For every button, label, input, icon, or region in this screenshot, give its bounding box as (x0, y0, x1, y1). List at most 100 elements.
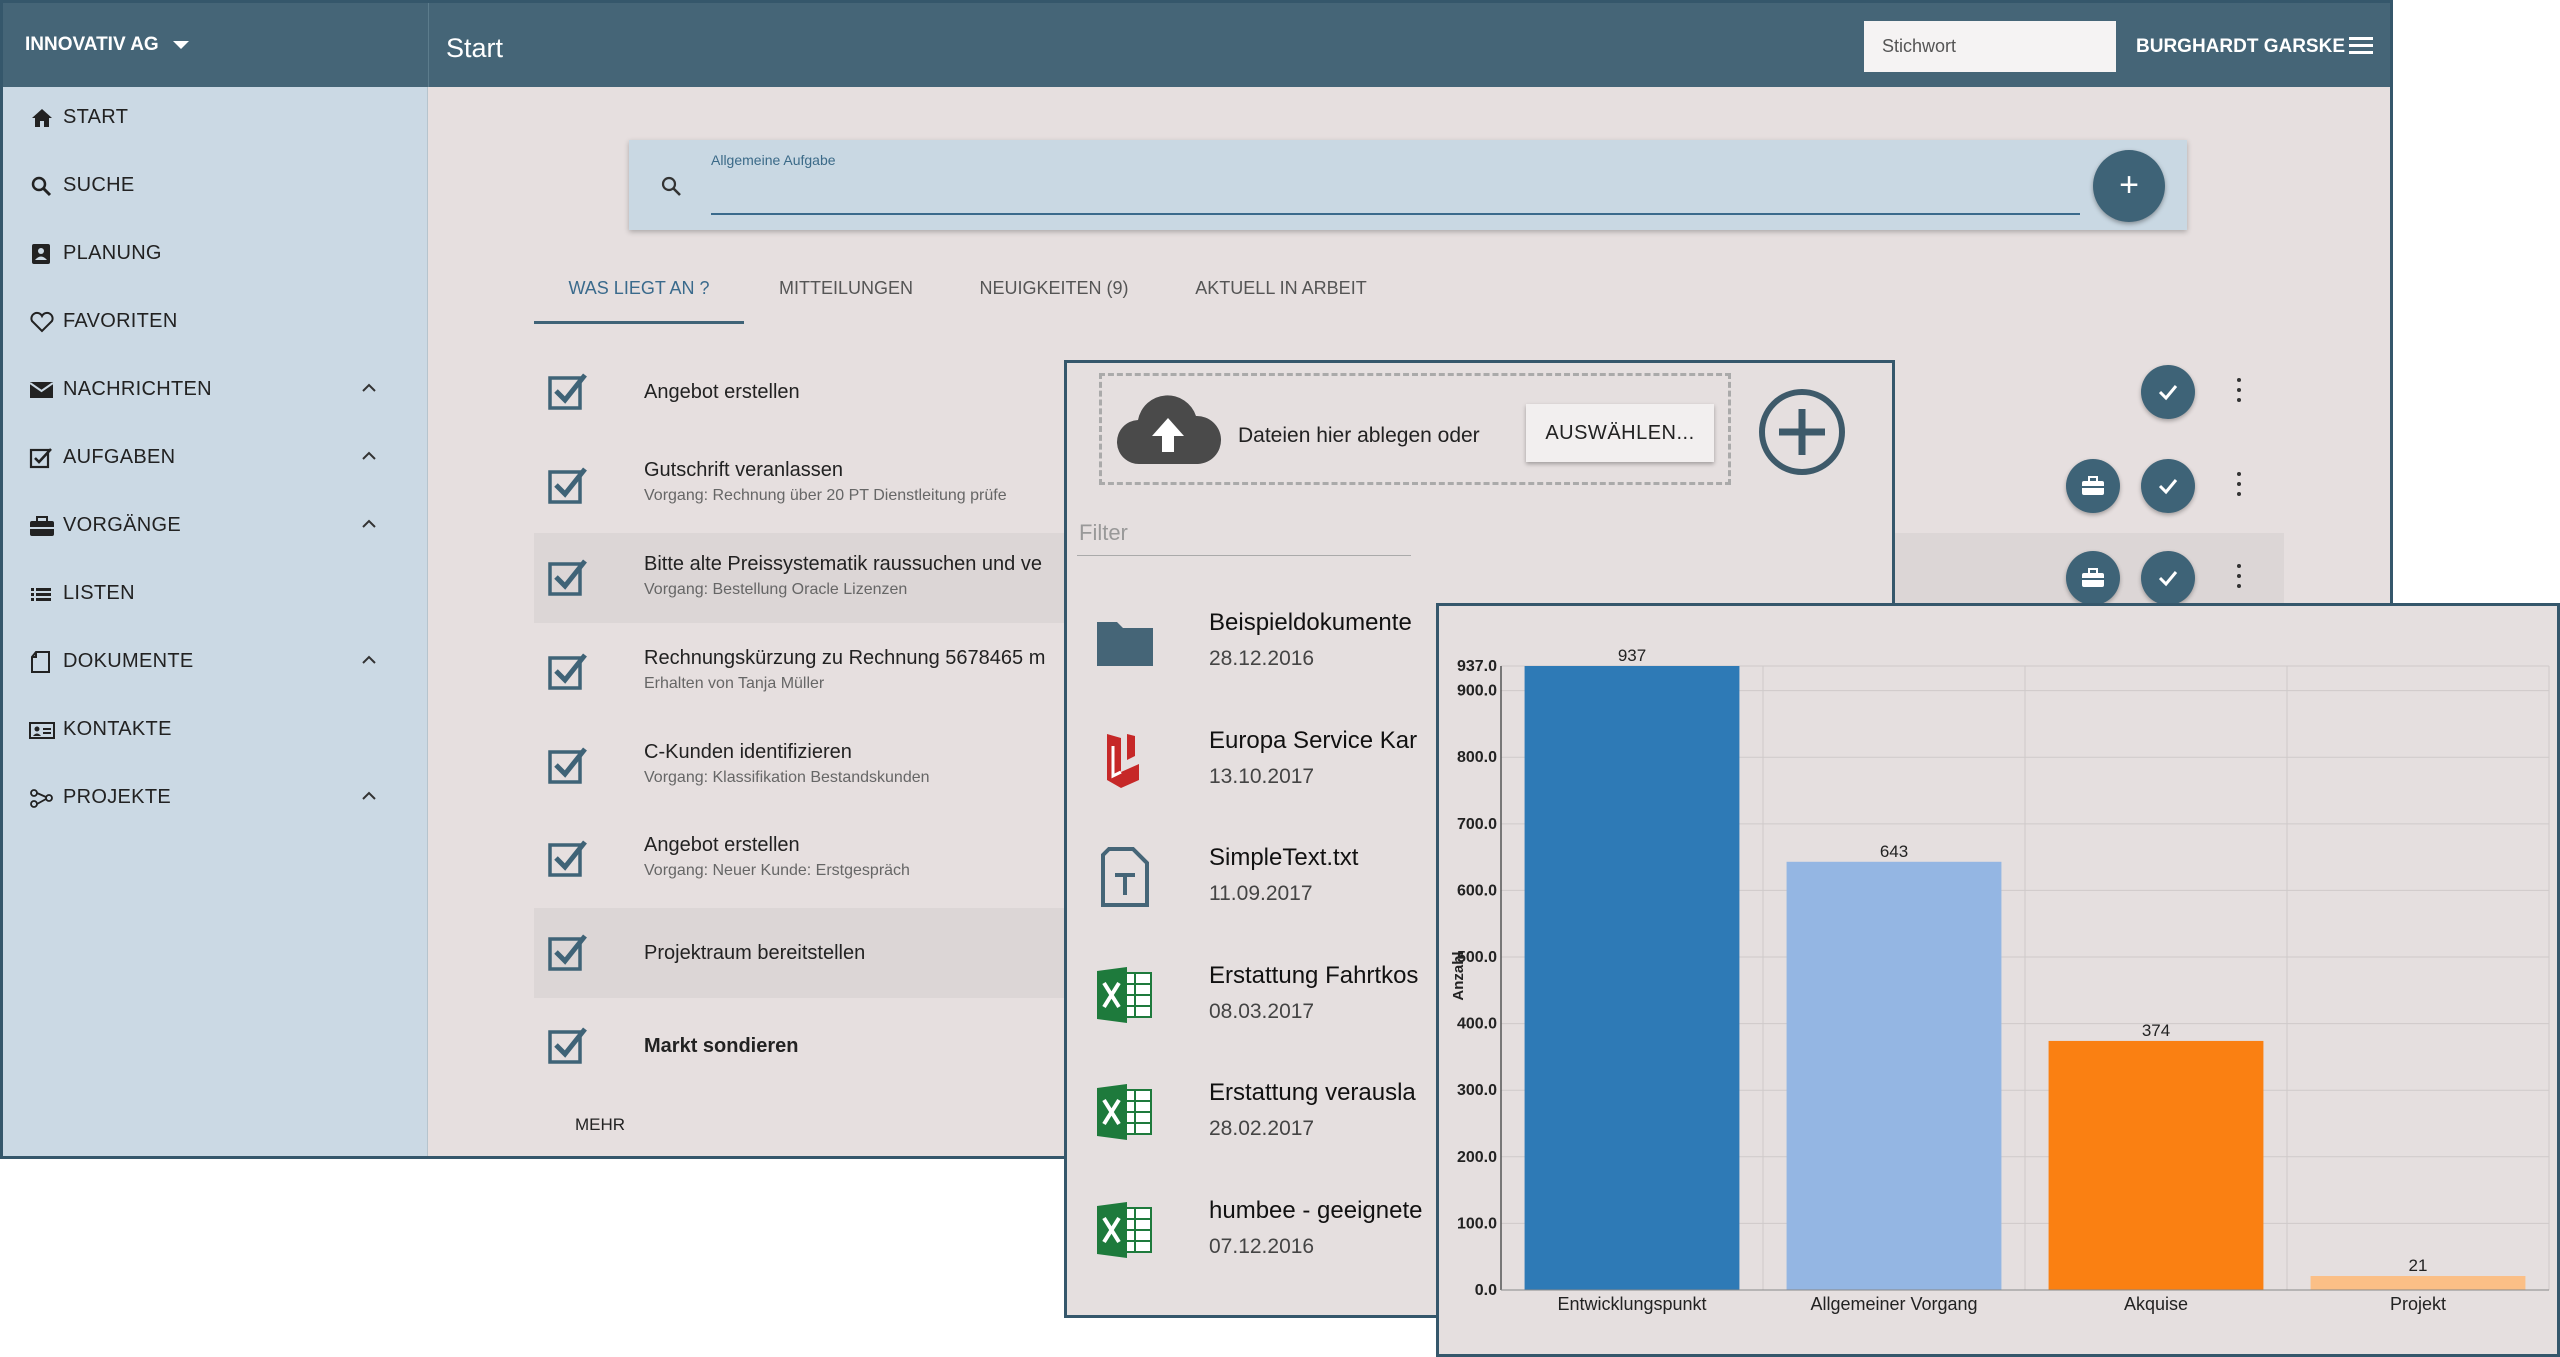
chevron-up-icon[interactable] (360, 653, 378, 667)
more-options-icon[interactable] (2234, 378, 2244, 406)
sidebar-item-label: KONTAKTE (63, 717, 172, 740)
select-files-button[interactable]: AUSWÄHLEN... (1526, 404, 1714, 462)
tab-neuigkeiten[interactable]: NEUIGKEITEN (9) (969, 263, 1139, 321)
y-tick-label: 600.0 (1457, 882, 1497, 899)
task-subtitle: Vorgang: Rechnung über 20 PT Dienstleitu… (644, 487, 1007, 504)
file-date: 08.03.2017 (1209, 1000, 1315, 1023)
sidebar-item-label: START (63, 105, 129, 128)
sidebar-item-planung[interactable]: PLANUNG (3, 223, 428, 283)
sidebar-item-dokumente[interactable]: DOKUMENTE (3, 631, 428, 691)
more-link[interactable]: MEHR (575, 1115, 625, 1135)
file-name: Erstattung Fahrtkos (1209, 962, 1419, 989)
keyword-search-input[interactable] (1864, 21, 2116, 72)
file-name: humbee - geeignete (1209, 1197, 1423, 1224)
sidebar-item-label: PLANUNG (63, 241, 162, 264)
add-circle-icon[interactable] (1757, 387, 1847, 477)
sidebar-item-label: FAVORITEN (63, 309, 178, 332)
chevron-up-icon[interactable] (360, 449, 378, 463)
bar-allgemeiner-vorgang (1786, 861, 2002, 1290)
y-axis-label: Anzahl (1450, 951, 1467, 1000)
cloud-upload-icon (1116, 395, 1222, 465)
sidebar-item-aufgaben[interactable]: AUFGABEN (3, 427, 428, 487)
add-task-button[interactable]: + (2093, 150, 2165, 222)
file-dropzone[interactable]: Dateien hier ablegen oder AUSWÄHLEN... (1099, 373, 1731, 485)
file-date: 28.02.2017 (1209, 1117, 1315, 1140)
task-quick-add: Allgemeine Aufgabe + (629, 140, 2187, 230)
sidebar-item-kontakte[interactable]: KONTAKTE (3, 699, 428, 759)
company-menu[interactable]: INNOVATIV AG (3, 3, 428, 87)
y-tick-label: 0.0 (1475, 1282, 1497, 1299)
file-name: Beispieldokumente (1209, 609, 1412, 636)
more-options-icon[interactable] (2234, 472, 2244, 500)
checkbox-checked-icon[interactable] (548, 839, 588, 879)
tab-was-liegt-an[interactable]: WAS LIEGT AN ? (534, 263, 744, 324)
tab-mitteilungen[interactable]: MITTEILUNGEN (771, 263, 921, 321)
document-icon (31, 651, 50, 673)
tab-aktuell-in-arbeit[interactable]: AKTUELL IN ARBEIT (1186, 263, 1376, 321)
bar-value-label: 643 (1880, 842, 1908, 861)
excel-icon (1097, 1084, 1152, 1140)
open-process-button[interactable] (2066, 551, 2120, 605)
sidebar-item-listen[interactable]: LISTEN (3, 563, 428, 623)
checkbox-checked-icon[interactable] (548, 746, 588, 786)
bar-projekt (2310, 1276, 2526, 1290)
sidebar-item-favoriten[interactable]: FAVORITEN (3, 291, 428, 351)
sidebar-item-label: SUCHE (63, 173, 135, 196)
sidebar-item-start[interactable]: START (3, 87, 428, 147)
sidebar-item-projekte[interactable]: PROJEKTE (3, 767, 428, 827)
checkbox-checked-icon[interactable] (548, 933, 588, 973)
chevron-up-icon[interactable] (360, 517, 378, 531)
file-name: Erstattung verausla (1209, 1079, 1416, 1106)
task-title: Gutschrift veranlassen (644, 459, 843, 481)
task-subtitle: Vorgang: Neuer Kunde: Erstgespräch (644, 862, 910, 879)
file-filter-input[interactable] (1077, 511, 1411, 556)
sidebar-item-nachrichten[interactable]: NACHRICHTEN (3, 359, 428, 419)
x-tick-label: Allgemeiner Vorgang (1810, 1294, 1977, 1314)
search-icon (661, 176, 681, 196)
complete-task-button[interactable] (2141, 551, 2195, 605)
caret-down-icon (172, 41, 189, 49)
sidebar-item-suche[interactable]: SUCHE (3, 155, 428, 215)
complete-task-button[interactable] (2141, 365, 2195, 419)
task-input[interactable] (711, 173, 2080, 215)
complete-task-button[interactable] (2141, 459, 2195, 513)
checkbox-checked-icon[interactable] (548, 558, 588, 598)
bar-akquise (2048, 1040, 2264, 1290)
bar-value-label: 21 (2409, 1256, 2428, 1275)
task-title: Rechnungskürzung zu Rechnung 5678465 m (644, 647, 1046, 669)
user-menu[interactable]: BURGHARDT GARSKE (2136, 3, 2345, 87)
sidebar-item-vorgaenge[interactable]: VORGÄNGE (3, 495, 428, 555)
sidebar-item-label: PROJEKTE (63, 785, 171, 808)
checkbox-checked-icon[interactable] (548, 372, 588, 412)
drop-instruction: Dateien hier ablegen oder (1238, 424, 1480, 447)
checkbox-icon (29, 448, 52, 469)
hamburger-menu-icon[interactable] (2349, 37, 2373, 55)
checkbox-checked-icon[interactable] (548, 1026, 588, 1066)
file-name: Europa Service Kar (1209, 727, 1418, 754)
file-date: 07.12.2016 (1209, 1235, 1315, 1258)
pdf-icon (1107, 734, 1139, 788)
x-tick-label: Akquise (2124, 1294, 2188, 1314)
checkbox-checked-icon[interactable] (548, 466, 588, 506)
project-icon (30, 789, 53, 808)
check-icon (2158, 385, 2178, 401)
x-tick-label: Entwicklungspunkt (1557, 1294, 1706, 1314)
y-tick-label: 700.0 (1457, 816, 1497, 833)
y-tick-label: 800.0 (1457, 749, 1497, 766)
sidebar-item-label: AUFGABEN (63, 445, 176, 468)
chart-panel: 0.0 100.0 200.0 300.0 400.0 500.0 600.0 700.0 80… (1436, 603, 2560, 1357)
file-date: 11.09.2017 (1209, 882, 1313, 905)
checkbox-checked-icon[interactable] (548, 652, 588, 692)
chevron-up-icon[interactable] (360, 381, 378, 395)
chevron-up-icon[interactable] (360, 789, 378, 803)
text-file-icon (1101, 847, 1149, 907)
chart-x-ticks: Entwicklungspunkt Allgemeiner Vorgang Akqu… (1557, 1294, 2446, 1314)
y-tick-label: 900.0 (1457, 683, 1497, 700)
briefcase-icon (2082, 568, 2104, 587)
open-process-button[interactable] (2066, 459, 2120, 513)
company-name: INNOVATIV AG (25, 34, 159, 55)
task-title: Markt sondieren (644, 1035, 799, 1057)
task-title: Angebot erstellen (644, 834, 800, 856)
check-icon (2158, 571, 2178, 587)
more-options-icon[interactable] (2234, 564, 2244, 592)
